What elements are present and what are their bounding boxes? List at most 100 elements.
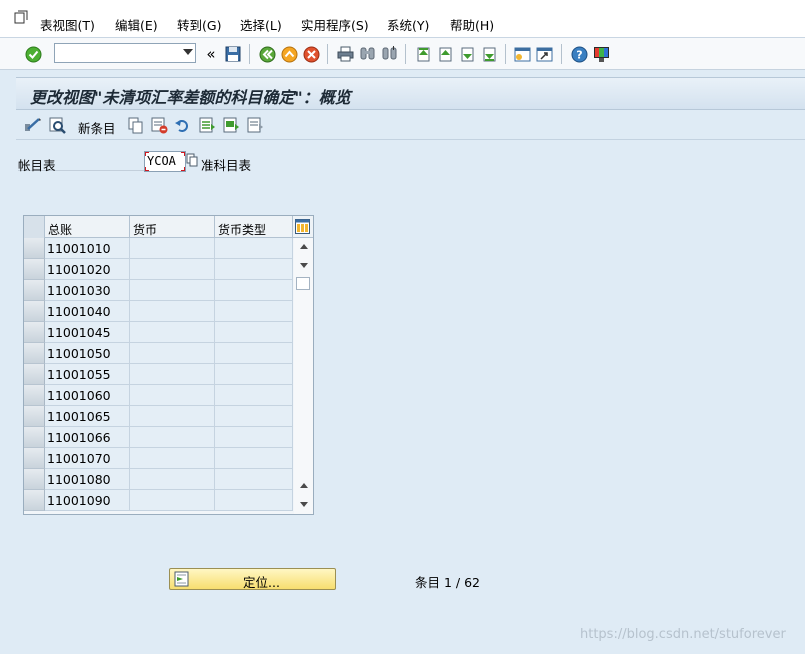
select-block-icon[interactable] bbox=[222, 116, 240, 134]
previous-page-icon[interactable] bbox=[436, 45, 454, 63]
row-selector[interactable] bbox=[24, 259, 45, 280]
currency-type-cell[interactable] bbox=[215, 280, 293, 301]
command-field[interactable] bbox=[54, 43, 196, 63]
row-selector[interactable] bbox=[24, 301, 45, 322]
new-entries-button[interactable]: 新条目 bbox=[78, 118, 116, 137]
gl-account-cell[interactable]: 11001050 bbox=[45, 343, 130, 364]
menu-edit[interactable]: 编辑(E) bbox=[115, 15, 158, 34]
currency-cell[interactable] bbox=[130, 259, 215, 280]
column-header-currency-type[interactable]: 货币类型 bbox=[215, 216, 293, 238]
delete-icon[interactable] bbox=[150, 116, 168, 134]
deselect-all-icon[interactable] bbox=[246, 116, 264, 134]
gl-account-cell[interactable]: 11001070 bbox=[45, 448, 130, 469]
table-row[interactable]: 11001050 bbox=[24, 343, 293, 364]
currency-type-cell[interactable] bbox=[215, 301, 293, 322]
exit-icon[interactable] bbox=[280, 45, 298, 63]
system-menu-icon[interactable] bbox=[14, 10, 28, 24]
table-row[interactable]: 11001010 bbox=[24, 238, 293, 259]
customize-layout-icon[interactable] bbox=[592, 45, 610, 63]
currency-type-cell[interactable] bbox=[215, 364, 293, 385]
copy-as-icon[interactable] bbox=[127, 116, 145, 134]
currency-cell[interactable] bbox=[130, 301, 215, 322]
scrollbar-thumb[interactable] bbox=[296, 277, 310, 290]
currency-cell[interactable] bbox=[130, 490, 215, 511]
currency-type-cell[interactable] bbox=[215, 469, 293, 490]
gl-account-cell[interactable]: 11001080 bbox=[45, 469, 130, 490]
currency-type-cell[interactable] bbox=[215, 427, 293, 448]
chevron-down-icon[interactable] bbox=[183, 49, 193, 55]
currency-type-cell[interactable] bbox=[215, 322, 293, 343]
menu-goto[interactable]: 转到(G) bbox=[177, 15, 221, 34]
gl-account-cell[interactable]: 11001030 bbox=[45, 280, 130, 301]
gl-account-cell[interactable]: 11001045 bbox=[45, 322, 130, 343]
row-selector[interactable] bbox=[24, 280, 45, 301]
row-selector[interactable] bbox=[24, 427, 45, 448]
cancel-icon[interactable] bbox=[302, 45, 320, 63]
currency-cell[interactable] bbox=[130, 406, 215, 427]
currency-type-cell[interactable] bbox=[215, 448, 293, 469]
other-view-icon[interactable] bbox=[49, 116, 67, 134]
table-row[interactable]: 11001090 bbox=[24, 490, 293, 511]
gl-account-cell[interactable]: 11001090 bbox=[45, 490, 130, 511]
menu-table-view[interactable]: 表视图(T) bbox=[40, 15, 95, 34]
gl-account-cell[interactable]: 11001020 bbox=[45, 259, 130, 280]
collapse-icon[interactable]: « bbox=[202, 45, 220, 63]
save-icon[interactable] bbox=[224, 45, 242, 63]
currency-type-cell[interactable] bbox=[215, 385, 293, 406]
find-icon[interactable] bbox=[358, 45, 376, 63]
currency-type-cell[interactable] bbox=[215, 490, 293, 511]
menu-selection[interactable]: 选择(L) bbox=[240, 15, 282, 34]
column-header-gl-account[interactable]: 总账 bbox=[45, 216, 130, 238]
first-page-icon[interactable] bbox=[414, 45, 432, 63]
column-header-currency[interactable]: 货币 bbox=[130, 216, 215, 238]
table-row[interactable]: 11001065 bbox=[24, 406, 293, 427]
select-all-column[interactable] bbox=[24, 216, 45, 238]
currency-type-cell[interactable] bbox=[215, 238, 293, 259]
currency-type-cell[interactable] bbox=[215, 406, 293, 427]
row-selector[interactable] bbox=[24, 490, 45, 511]
display-change-icon[interactable] bbox=[24, 116, 42, 134]
currency-cell[interactable] bbox=[130, 322, 215, 343]
row-selector[interactable] bbox=[24, 406, 45, 427]
table-row[interactable]: 11001020 bbox=[24, 259, 293, 280]
last-page-icon[interactable] bbox=[480, 45, 498, 63]
table-row[interactable]: 11001080 bbox=[24, 469, 293, 490]
table-row[interactable]: 11001030 bbox=[24, 280, 293, 301]
new-session-icon[interactable] bbox=[513, 45, 531, 63]
row-selector[interactable] bbox=[24, 469, 45, 490]
scroll-down-icon[interactable] bbox=[300, 502, 308, 507]
currency-cell[interactable] bbox=[130, 238, 215, 259]
scroll-page-down-icon[interactable] bbox=[300, 263, 308, 268]
chart-of-accounts-input[interactable]: YCOA bbox=[144, 151, 186, 172]
table-row[interactable]: 11001060 bbox=[24, 385, 293, 406]
gl-account-cell[interactable]: 11001040 bbox=[45, 301, 130, 322]
currency-type-cell[interactable] bbox=[215, 259, 293, 280]
gl-account-cell[interactable]: 11001060 bbox=[45, 385, 130, 406]
table-row[interactable]: 11001045 bbox=[24, 322, 293, 343]
table-row[interactable]: 11001040 bbox=[24, 301, 293, 322]
currency-cell[interactable] bbox=[130, 385, 215, 406]
menu-system[interactable]: 系统(Y) bbox=[387, 15, 429, 34]
currency-cell[interactable] bbox=[130, 427, 215, 448]
currency-cell[interactable] bbox=[130, 280, 215, 301]
vertical-scrollbar[interactable] bbox=[294, 238, 313, 514]
gl-account-cell[interactable]: 11001010 bbox=[45, 238, 130, 259]
row-selector[interactable] bbox=[24, 343, 45, 364]
menu-help[interactable]: 帮助(H) bbox=[450, 15, 494, 34]
row-selector[interactable] bbox=[24, 364, 45, 385]
shortcut-icon[interactable] bbox=[535, 45, 553, 63]
scroll-page-up-icon[interactable] bbox=[300, 483, 308, 488]
currency-cell[interactable] bbox=[130, 343, 215, 364]
undo-icon[interactable] bbox=[173, 116, 191, 134]
select-all-icon[interactable] bbox=[198, 116, 216, 134]
back-icon[interactable] bbox=[258, 45, 276, 63]
table-row[interactable]: 11001066 bbox=[24, 427, 293, 448]
menu-utilities[interactable]: 实用程序(S) bbox=[301, 15, 369, 34]
value-help-icon[interactable] bbox=[186, 153, 199, 168]
print-icon[interactable] bbox=[336, 45, 354, 63]
gl-account-cell[interactable]: 11001055 bbox=[45, 364, 130, 385]
find-next-icon[interactable] bbox=[380, 45, 398, 63]
row-selector[interactable] bbox=[24, 238, 45, 259]
gl-account-cell[interactable]: 11001066 bbox=[45, 427, 130, 448]
currency-cell[interactable] bbox=[130, 448, 215, 469]
